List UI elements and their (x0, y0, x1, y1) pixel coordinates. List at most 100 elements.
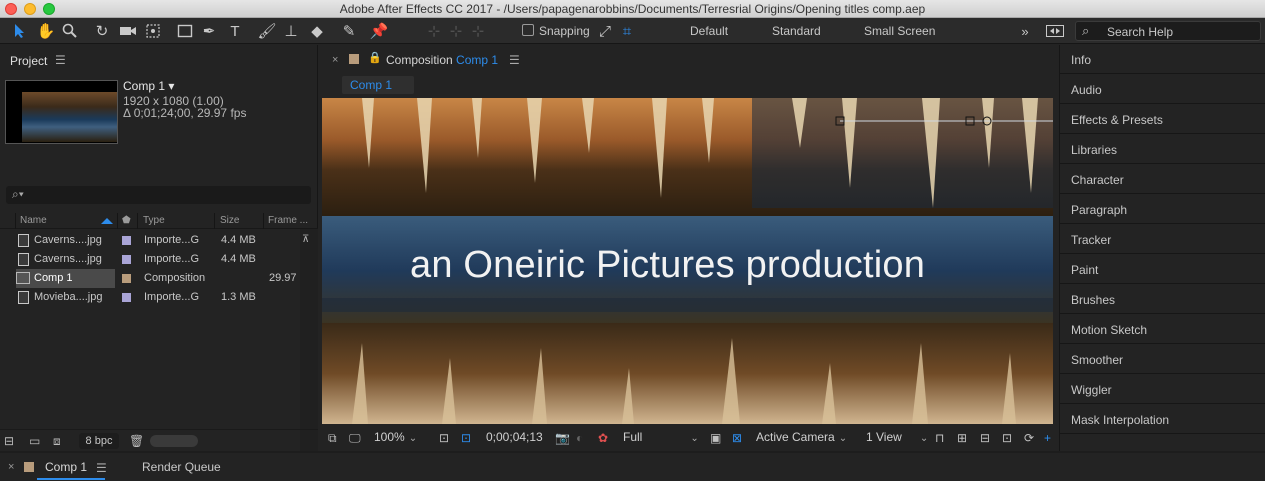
column-size[interactable]: Size (220, 215, 239, 226)
panel-motion-sketch[interactable]: Motion Sketch (1060, 315, 1265, 344)
timeline-menu-icon[interactable]: ☰ (96, 461, 107, 475)
chevron-down-icon: ⌄ (408, 433, 418, 444)
type-tool-icon[interactable]: T (224, 20, 246, 42)
sort-ascending-icon[interactable] (101, 218, 113, 224)
label-swatch[interactable] (122, 293, 131, 302)
sync-settings-icon[interactable] (1044, 20, 1066, 42)
roto-brush-tool-icon[interactable]: ✎ (338, 20, 360, 42)
workspace-standard[interactable]: Standard (772, 24, 821, 38)
panel-tracker[interactable]: Tracker (1060, 225, 1265, 254)
column-type[interactable]: Type (143, 215, 165, 226)
render-queue-tab[interactable]: Render Queue (142, 460, 221, 474)
region-of-interest-icon[interactable]: ⊡ (439, 431, 449, 445)
always-preview-icon[interactable]: ⧉ (328, 431, 337, 446)
flowchart-icon[interactable]: ⊼ (302, 234, 314, 246)
resolution-dropdown[interactable]: Full ⌄ (623, 430, 699, 444)
view-layout-dropdown[interactable]: 1 View ⌄ (866, 430, 928, 444)
layout-grid-icon[interactable]: ⊟ (980, 431, 990, 445)
panel-brushes[interactable]: Brushes (1060, 285, 1265, 314)
hand-tool-icon[interactable]: ✋ (35, 20, 57, 42)
fast-previews-icon[interactable]: ▣ (710, 431, 721, 445)
panel-paragraph[interactable]: Paragraph (1060, 195, 1265, 224)
close-timeline-icon[interactable]: × (8, 461, 14, 473)
project-item-row-selected[interactable]: Comp 1 Composition 29.97 (0, 269, 300, 288)
puppet-pin-tool-icon[interactable]: 📌 (368, 20, 390, 42)
snapping-checkbox[interactable] (522, 24, 534, 36)
pan-behind-tool-icon[interactable] (142, 20, 164, 42)
column-name[interactable]: Name (20, 215, 47, 226)
project-item-row[interactable]: Caverns....jpg Importe...G 4.4 MB (0, 231, 300, 250)
show-snapshot-icon[interactable]: ◐ (576, 431, 583, 445)
snap-frame-icon[interactable]: ⌗ (616, 20, 638, 42)
selection-tool-icon[interactable] (9, 20, 31, 42)
lock-icon[interactable]: 🔒 (368, 51, 382, 64)
panel-info[interactable]: Info (1060, 45, 1265, 74)
brush-tool-icon[interactable]: 🖌 (256, 20, 278, 42)
timeline-comp-swatch (24, 462, 34, 472)
bit-depth-button[interactable]: 8 bpc (79, 433, 119, 449)
panel-mask-interpolation[interactable]: Mask Interpolation (1060, 405, 1265, 434)
search-help-field[interactable]: ⌕ Search Help (1075, 21, 1261, 41)
refresh-icon[interactable]: ⟳ (1024, 431, 1034, 445)
snap-feather-icon[interactable]: ⤢ (594, 20, 616, 42)
color-channels-icon[interactable]: ✿ (598, 431, 608, 445)
toggle-pixel-aspect-icon[interactable]: ⊓ (935, 431, 944, 445)
camera-view-dropdown[interactable]: Active Camera ⌄ (756, 430, 847, 444)
composition-panel-title[interactable]: Composition Comp 1 (386, 53, 498, 67)
label-swatch[interactable] (122, 236, 131, 245)
exposure-plus-icon[interactable]: + (1044, 431, 1051, 445)
thumbnail-size-slider[interactable] (150, 435, 198, 447)
new-composition-icon[interactable]: ⧈ (53, 434, 61, 449)
selected-item-name[interactable]: Comp 1 ▾ (123, 79, 174, 93)
panel-smoother[interactable]: Smoother (1060, 345, 1265, 374)
panel-audio[interactable]: Audio (1060, 75, 1265, 104)
comp-viewer-tab[interactable]: Comp 1 (342, 76, 414, 94)
transparency-grid-icon[interactable]: ⊡ (461, 431, 471, 445)
delete-icon[interactable]: 🗑 (129, 434, 144, 448)
rotation-tool-icon[interactable]: ↻ (91, 20, 113, 42)
zoom-dropdown[interactable]: 100% ⌄ (374, 430, 417, 444)
rectangle-tool-icon[interactable] (174, 20, 196, 42)
label-swatch[interactable] (122, 274, 131, 283)
panel-wiggler[interactable]: Wiggler (1060, 375, 1265, 404)
eraser-tool-icon[interactable]: ◆ (306, 20, 328, 42)
column-frame-rate[interactable]: Frame ... (268, 215, 308, 226)
composition-icon (16, 272, 30, 284)
title-text-layer[interactable]: an Oneiric Pictures production (410, 244, 925, 287)
snapping-label: Snapping (539, 24, 590, 38)
project-search-input[interactable]: ⌕▾ (6, 186, 311, 204)
timeline-tab-comp[interactable]: Comp 1 (45, 460, 87, 474)
project-footer: ⊟ ▭ ⧈ 8 bpc 🗑 (0, 429, 318, 451)
pen-tool-icon[interactable]: ✒ (198, 20, 220, 42)
workspace-default[interactable]: Default (690, 24, 728, 38)
local-axis-icon[interactable]: ⊹ (423, 20, 445, 42)
composition-viewer[interactable]: an Oneiric Pictures production (322, 98, 1053, 424)
label-swatch[interactable] (122, 255, 131, 264)
interpret-footage-icon[interactable]: ⊟ (4, 434, 14, 448)
composition-menu-icon[interactable]: ☰ (509, 53, 520, 67)
zoom-tool-icon[interactable] (59, 20, 81, 42)
new-folder-icon[interactable]: ▭ (29, 434, 40, 448)
view-axis-icon[interactable]: ⊹ (467, 20, 489, 42)
workspace-small-screen[interactable]: Small Screen (864, 24, 935, 38)
more-workspaces-icon[interactable]: » (1014, 20, 1036, 42)
reset-exposure-icon[interactable]: ⊞ (957, 431, 967, 445)
world-axis-icon[interactable]: ⊹ (445, 20, 467, 42)
panel-paint[interactable]: Paint (1060, 255, 1265, 284)
monitor-icon[interactable]: 🖵 (349, 431, 361, 446)
panel-character[interactable]: Character (1060, 165, 1265, 194)
camera-tool-icon[interactable] (117, 20, 139, 42)
panel-effects-presets[interactable]: Effects & Presets (1060, 105, 1265, 134)
snapshot-camera-icon[interactable]: 📷 (555, 431, 570, 445)
clone-stamp-tool-icon[interactable]: ⊥ (280, 20, 302, 42)
close-panel-icon[interactable]: × (332, 54, 338, 66)
project-item-row[interactable]: Caverns....jpg Importe...G 4.4 MB (0, 250, 300, 269)
project-item-row[interactable]: Movieba....jpg Importe...G 1.3 MB (0, 288, 300, 307)
label-column-tag-icon[interactable]: ⬟ (122, 215, 131, 226)
panel-libraries[interactable]: Libraries (1060, 135, 1265, 164)
render-icon[interactable]: ⊡ (1002, 431, 1012, 445)
toggle-transparency-icon[interactable]: ⊠ (732, 431, 742, 445)
project-menu-icon[interactable]: ☰ (55, 53, 66, 67)
project-panel-title[interactable]: Project (10, 54, 47, 68)
current-time-display[interactable]: 0;00;04;13 (486, 430, 543, 444)
